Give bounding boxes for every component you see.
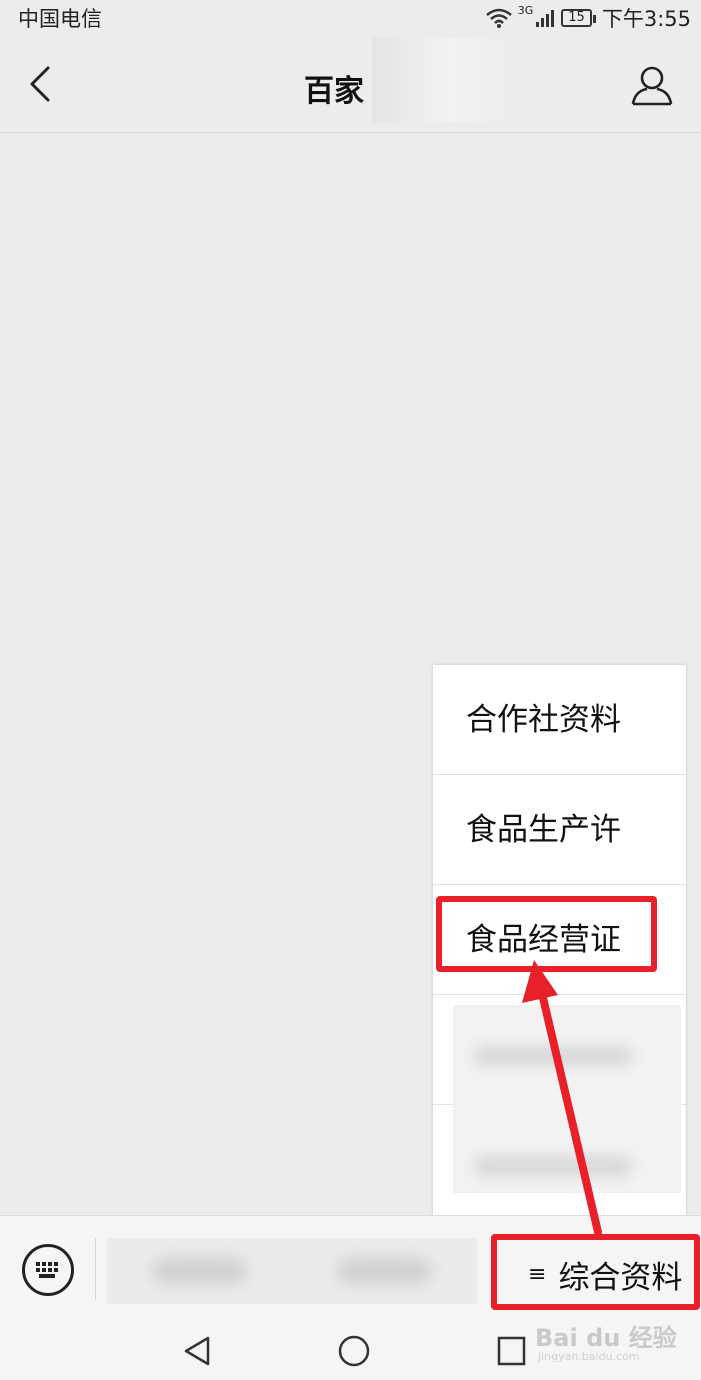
menu-item-cooperative-info[interactable]: 合作社资料 (433, 665, 686, 775)
menu-item-food-production-license[interactable]: 食品生产许 (433, 775, 686, 885)
keyboard-toggle-button[interactable] (22, 1244, 74, 1296)
wifi-icon (485, 8, 512, 28)
person-icon (631, 66, 673, 106)
chevron-left-icon (30, 66, 50, 102)
menu-tab-redacted-2[interactable] (292, 1238, 477, 1304)
home-circle-icon[interactable] (338, 1335, 370, 1367)
back-button[interactable] (22, 64, 62, 104)
status-indicators: 3G 15 下午3:55 (485, 3, 691, 33)
divider (95, 1238, 96, 1300)
profile-button[interactable] (630, 64, 674, 108)
status-bar: 中国电信 3G 15 下午3:55 (0, 0, 701, 34)
signal-icon (536, 10, 555, 27)
menu-item-label: 合作社资料 (466, 702, 621, 738)
title-redaction (372, 38, 522, 122)
highlight-box-menu-item (436, 896, 657, 972)
back-triangle-icon[interactable] (182, 1335, 212, 1367)
clock: 下午3:55 (601, 7, 691, 31)
page-title: 百家 (304, 74, 364, 109)
network-type: 3G (517, 3, 534, 17)
recents-square-icon[interactable] (496, 1335, 526, 1367)
battery-icon: 15 (561, 9, 596, 27)
keyboard-icon (36, 1262, 58, 1278)
menu-tab-redacted-1[interactable] (107, 1238, 292, 1304)
menu-item-label: 食品生产许 (466, 812, 621, 848)
watermark: Bai du 经验 (535, 1324, 677, 1352)
carrier-name: 中国电信 (18, 7, 102, 31)
menu-redaction (453, 1005, 681, 1193)
nav-bar: 百家 (0, 34, 701, 133)
highlight-box-menu-tab (491, 1234, 700, 1310)
watermark-url: jingyan.baidu.com (538, 1350, 640, 1363)
